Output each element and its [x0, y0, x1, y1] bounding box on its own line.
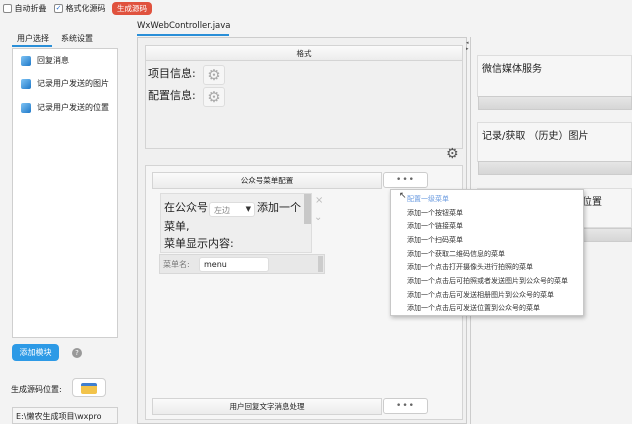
output-path-field[interactable]: E:\懒农生成项目\wxpro: [12, 407, 118, 424]
menu-name-label: 菜单名:: [163, 260, 190, 269]
menu-item[interactable]: 添加一个点击后可发送相册图片到公众号的菜单: [407, 290, 554, 300]
checkbox[interactable]: [3, 4, 12, 13]
cube-icon: [21, 55, 31, 66]
settings-gear-icon[interactable]: ⚙: [446, 146, 459, 162]
menu-text: 菜单,: [164, 220, 190, 233]
item-label: 回复消息: [37, 56, 69, 65]
menu-display-content-label: 菜单显示内容:: [164, 237, 234, 250]
menu-name-input[interactable]: menu: [199, 257, 269, 272]
menu-item[interactable]: 添加一个扫码菜单: [407, 235, 463, 245]
splitter-arrows-icon[interactable]: ◂ ▸: [466, 40, 469, 52]
menu-item[interactable]: 添加一个按钮菜单: [407, 208, 463, 218]
card-title: 位置: [582, 197, 602, 208]
module-list: 回复消息 记录用户发送的图片 记录用户发送的位置: [12, 48, 118, 338]
menu-name-row: 菜单名: menu: [159, 254, 325, 274]
scrollbar[interactable]: [304, 194, 311, 224]
project-info-label: 项目信息:: [148, 67, 196, 80]
reply-text-more-button[interactable]: •••: [383, 398, 428, 414]
scrollbar[interactable]: [318, 256, 323, 272]
list-item[interactable]: 记录用户发送的位置: [21, 102, 109, 113]
card-media-service[interactable]: 微信媒体服务: [477, 55, 632, 97]
list-item[interactable]: 回复消息: [21, 55, 69, 66]
card-title: 微信媒体服务: [482, 64, 542, 75]
active-tab-indicator: [12, 45, 52, 47]
menu-item-config-level1[interactable]: 配置一级菜单: [407, 194, 449, 204]
card-record-images[interactable]: 记录/获取 （历史）图片: [477, 122, 632, 162]
list-item[interactable]: 记录用户发送的图片: [21, 78, 109, 89]
card-footer: [478, 96, 632, 110]
format-header[interactable]: 格式: [145, 45, 463, 61]
config-settings-gear-icon[interactable]: ⚙: [203, 87, 225, 107]
close-icon[interactable]: ×: [315, 195, 323, 206]
output-location-label: 生成源码位置:: [11, 385, 62, 394]
tab-user-select[interactable]: 用户选择: [17, 33, 49, 44]
dropdown-arrow-icon: ▼: [245, 205, 251, 213]
menu-editor-box: 在公众号 左边 ▼ 添加一个 菜单, 菜单显示内容:: [160, 193, 312, 253]
dropdown-menu: 配置一级菜单 ↖ 添加一个按钮菜单 添加一个链接菜单 添加一个扫码菜单 添加一个…: [390, 189, 584, 316]
cursor-icon: ↖: [399, 191, 407, 201]
folder-button[interactable]: [72, 378, 106, 397]
config-info-label: 配置信息:: [148, 89, 196, 102]
chevron-down-icon[interactable]: ⌄: [314, 212, 322, 223]
format-source-label: 格式化源码: [65, 4, 106, 13]
help-icon[interactable]: ?: [72, 348, 82, 358]
reply-text-header[interactable]: 用户回复文字消息处理: [152, 398, 382, 415]
menu-item[interactable]: 添加一个获取二维码信息的菜单: [407, 249, 505, 259]
auto-fold-label: 自动折叠: [14, 4, 47, 13]
generate-source-button[interactable]: 生成源码: [112, 2, 152, 15]
menu-item[interactable]: 添加一个链接菜单: [407, 221, 463, 231]
project-settings-gear-icon[interactable]: ⚙: [203, 65, 225, 85]
item-label: 记录用户发送的图片: [37, 79, 109, 88]
folder-icon: [81, 383, 97, 394]
menu-item[interactable]: 添加一个点击打开摄像头进行拍照的菜单: [407, 262, 533, 272]
auto-fold-checkbox[interactable]: 自动折叠: [3, 3, 47, 14]
tab-editor-file[interactable]: WxWebController.java: [137, 17, 231, 36]
cube-icon: [21, 102, 31, 113]
menu-config-header[interactable]: 公众号菜单配置: [152, 172, 382, 189]
menu-item[interactable]: 添加一个点击后可拍照或者发送图片到公众号的菜单: [407, 276, 568, 286]
select-value: 左边: [214, 206, 230, 215]
add-module-button[interactable]: 添加模块: [12, 344, 59, 361]
tab-system-settings[interactable]: 系统设置: [61, 33, 93, 44]
item-label: 记录用户发送的位置: [37, 103, 109, 112]
menu-text: 添加一个: [257, 201, 301, 214]
format-source-checkbox[interactable]: ✓ 格式化源码: [54, 3, 106, 14]
position-select[interactable]: 左边 ▼: [209, 202, 255, 217]
card-footer: [478, 161, 632, 175]
card-title: 记录/获取 （历史）图片: [482, 131, 589, 142]
menu-item[interactable]: 添加一个点击后可发送位置到公众号的菜单: [407, 303, 540, 313]
menu-config-more-button[interactable]: •••: [383, 172, 428, 188]
cube-icon: [21, 78, 31, 89]
checkbox-checked[interactable]: ✓: [54, 4, 63, 13]
menu-text: 在公众号: [164, 201, 208, 214]
